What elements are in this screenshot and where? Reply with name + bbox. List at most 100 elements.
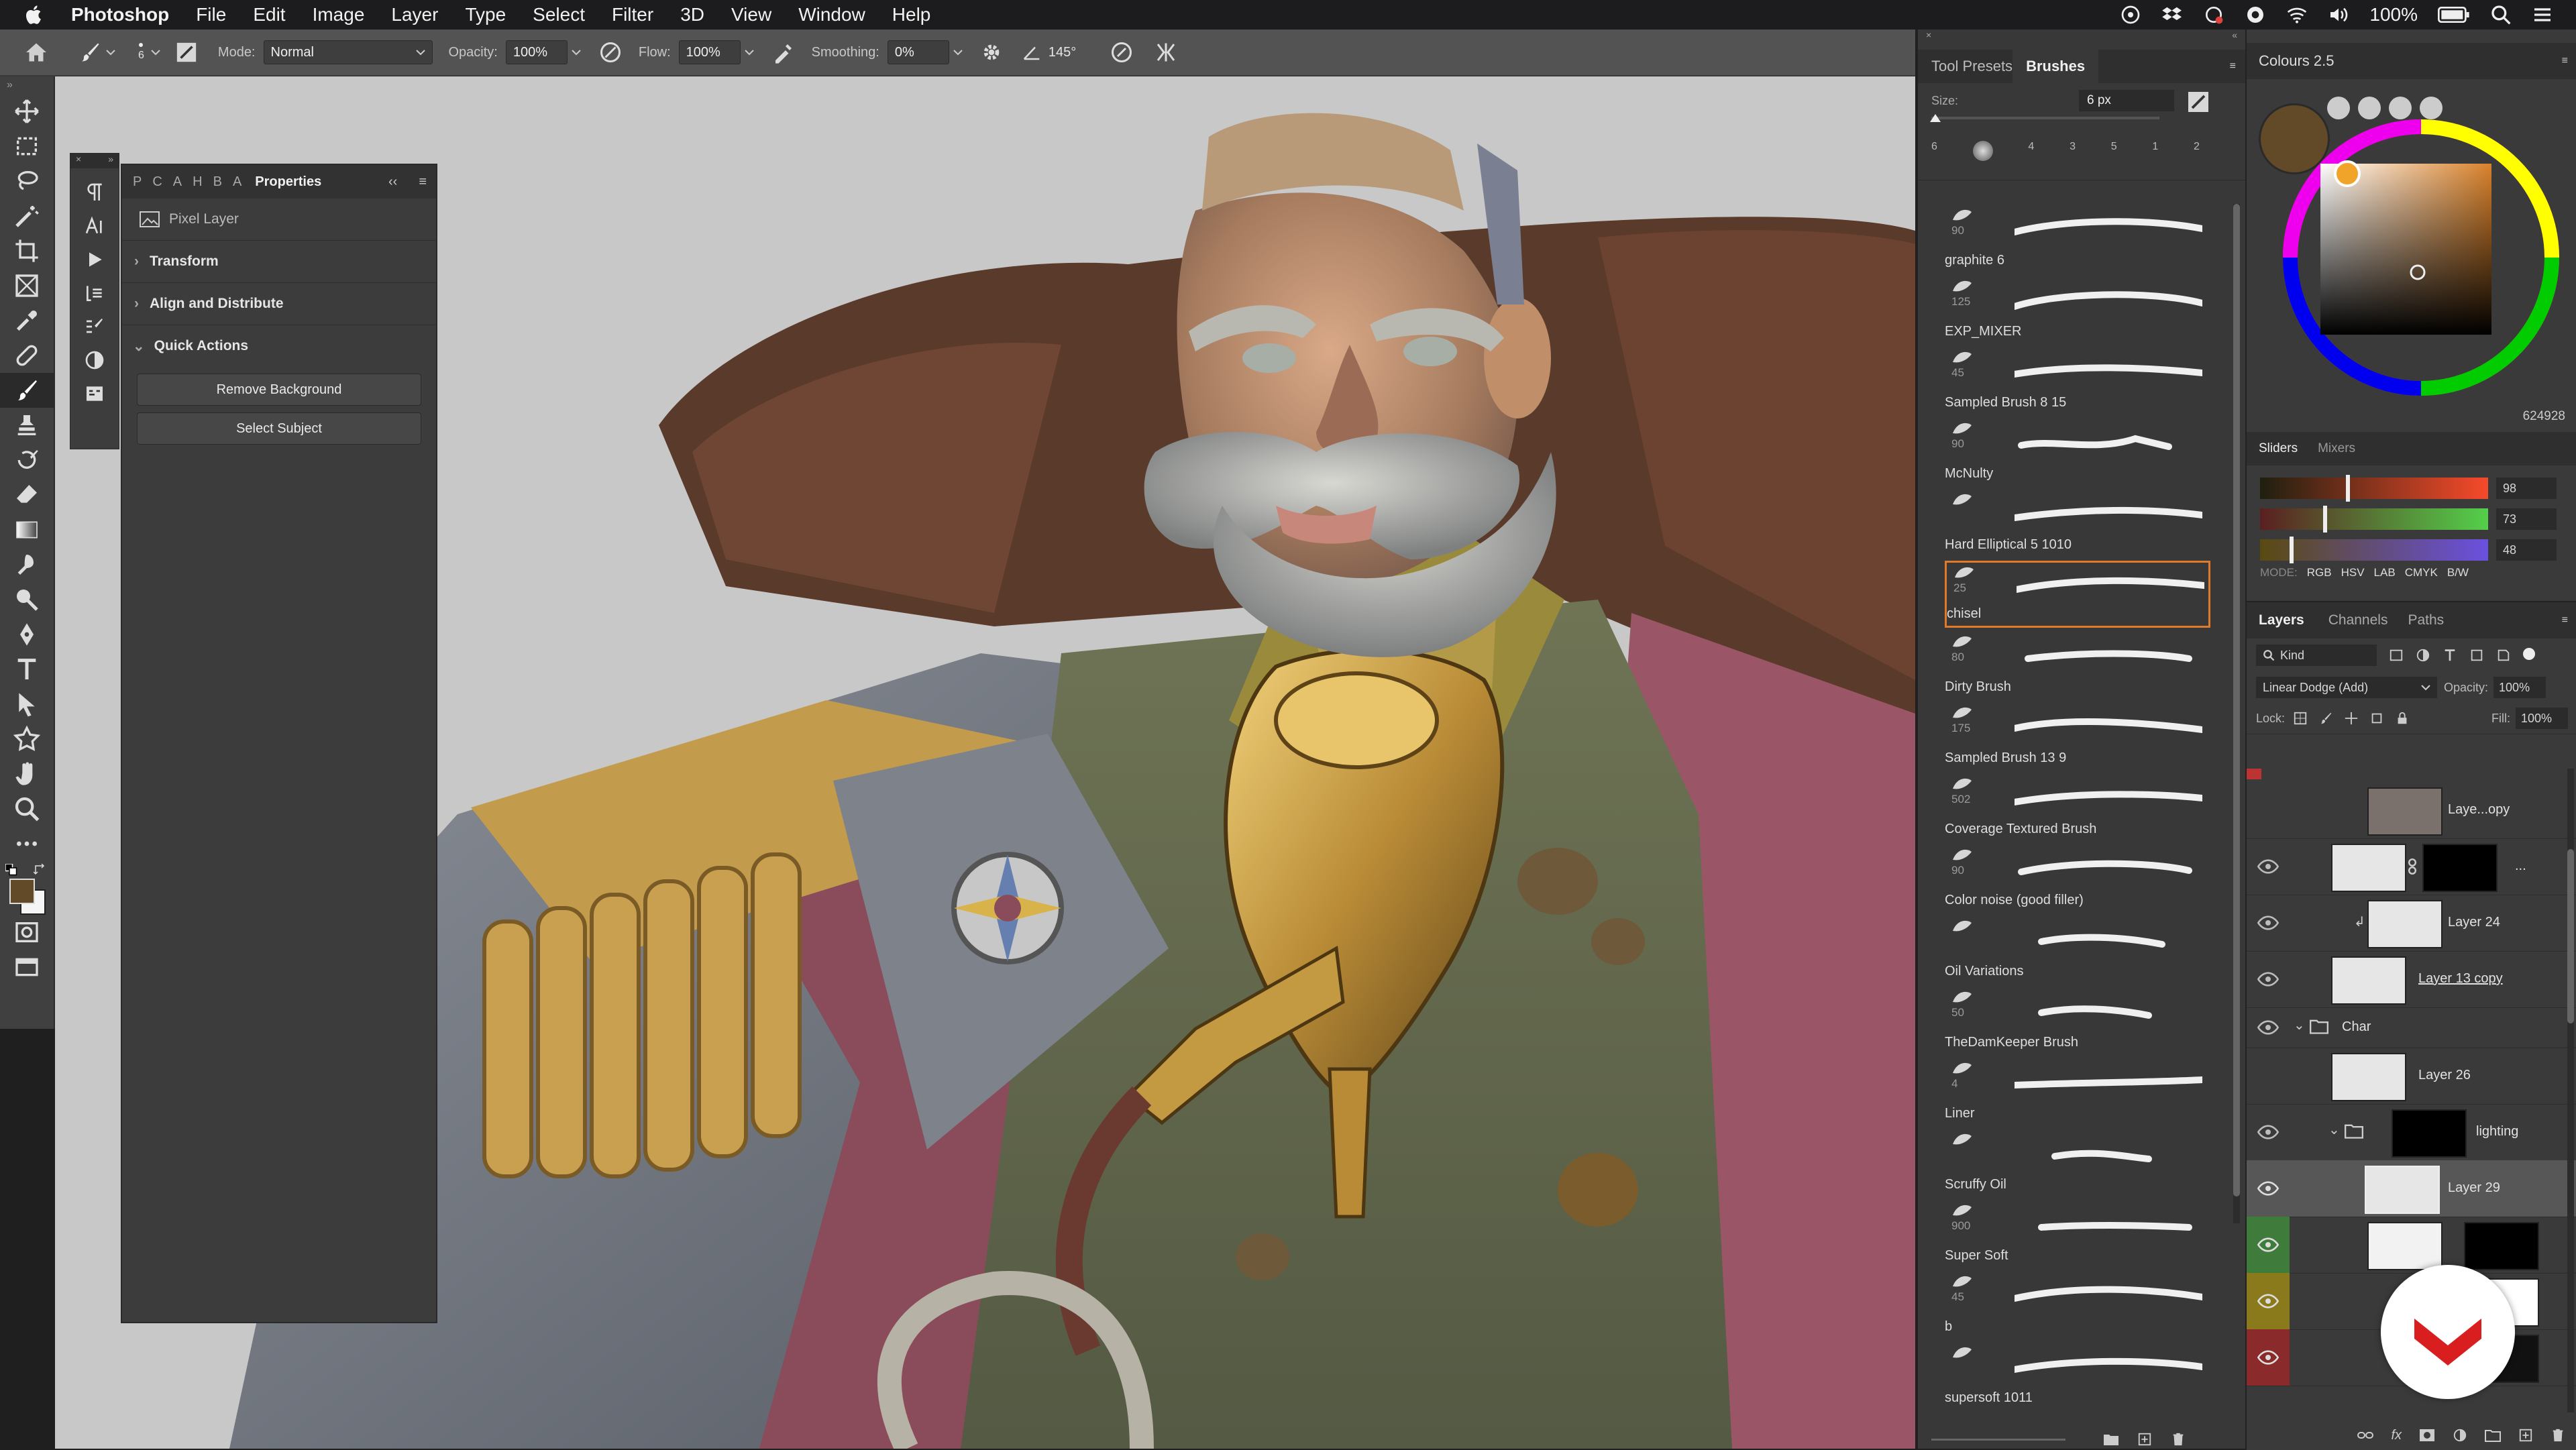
record-icon[interactable]	[2245, 4, 2266, 25]
trash-icon[interactable]	[2170, 1432, 2186, 1447]
section-quick-actions[interactable]: ⌄ Quick Actions	[122, 325, 436, 367]
lock-pixels-icon[interactable]	[2318, 711, 2333, 726]
layer-name[interactable]: Layer 29	[2448, 1180, 2500, 1196]
menu-select[interactable]: Select	[533, 4, 585, 25]
sync-icon[interactable]	[2203, 4, 2224, 25]
mode-cmyk[interactable]: CMYK	[2405, 566, 2438, 579]
filter-toggle[interactable]	[2523, 648, 2535, 660]
menu-filter[interactable]: Filter	[612, 4, 653, 25]
tool-screen-mode[interactable]	[0, 950, 54, 985]
tool-hand[interactable]	[0, 757, 54, 791]
panel-menu-icon[interactable]: ≡	[419, 174, 427, 190]
panel-menu-icon[interactable]: ≡	[2562, 614, 2568, 626]
visibility-eye-icon[interactable]	[2257, 856, 2279, 877]
brush-settings-panel-icon[interactable]	[2186, 90, 2210, 114]
smart-object-filter-icon[interactable]	[2496, 648, 2511, 663]
character-icon[interactable]	[84, 215, 105, 237]
tool-dodge[interactable]	[0, 582, 54, 617]
red-slider[interactable]	[2260, 478, 2488, 499]
preset-dot[interactable]	[2420, 97, 2443, 119]
menu-edit[interactable]: Edit	[253, 4, 285, 25]
brush-preset-item[interactable]: 125 EXP_MIXER	[1945, 276, 2210, 343]
tab-channels[interactable]: Channels	[2328, 612, 2388, 628]
preset-dot[interactable]	[2389, 97, 2412, 119]
tab-properties[interactable]: Properties	[255, 174, 321, 190]
hex-value[interactable]: 624928	[2523, 409, 2565, 424]
tool-more[interactable]	[0, 826, 54, 861]
brush-preset-item[interactable]: 900 Super Soft	[1945, 1201, 2210, 1268]
size-slider-thumb[interactable]	[1930, 114, 1941, 122]
dropbox-icon[interactable]	[2161, 4, 2183, 25]
tool-zoom[interactable]	[0, 791, 54, 826]
remove-background-button[interactable]: Remove Background	[137, 374, 421, 406]
panel-menu-icon[interactable]: ≡	[2562, 55, 2568, 67]
chevron-down-icon[interactable]: ⌄	[2294, 1017, 2305, 1034]
menu-window[interactable]: Window	[798, 4, 865, 25]
swap-colors-icon[interactable]	[34, 864, 46, 876]
tool-quick-mask[interactable]	[0, 915, 54, 950]
symmetry-icon[interactable]	[1154, 40, 1178, 64]
angle-value[interactable]: 145°	[1049, 45, 1076, 60]
preview-size-slider[interactable]	[1931, 1438, 2065, 1441]
tool-pen[interactable]	[0, 617, 54, 652]
green-value[interactable]: 73	[2496, 508, 2557, 530]
add-mask-icon[interactable]	[2419, 1429, 2435, 1442]
layer-mask-thumbnail[interactable]	[2392, 1109, 2467, 1158]
lock-artboard-icon[interactable]	[2369, 711, 2384, 726]
new-group-icon[interactable]	[2485, 1429, 2501, 1442]
apple-logo-icon[interactable]	[23, 3, 46, 26]
visibility-eye-icon[interactable]	[2257, 968, 2279, 990]
recent-brush[interactable]: 2	[2194, 141, 2200, 161]
recent-brush[interactable]: 1	[2152, 141, 2158, 161]
visibility-eye-icon[interactable]	[2257, 1290, 2279, 1312]
wifi-icon[interactable]	[2286, 4, 2308, 25]
preset-dot[interactable]	[2327, 97, 2350, 119]
chevron-down-icon[interactable]	[572, 49, 581, 56]
layer-name[interactable]: lighting	[2476, 1124, 2518, 1139]
visibility-eye-icon[interactable]	[2257, 1234, 2279, 1256]
brush-preset-item[interactable]: 45 Sampled Brush 8 15	[1945, 347, 2210, 414]
recent-brush[interactable]: 3	[2070, 141, 2076, 161]
brush-list-scrollbar[interactable]	[2233, 204, 2240, 1223]
tool-smudge[interactable]	[0, 547, 54, 582]
layer-group-row[interactable]: ⌄ lighting	[2247, 1104, 2576, 1161]
close-icon[interactable]: ×	[1926, 30, 1931, 40]
layer-name[interactable]: Layer 26	[2418, 1068, 2471, 1083]
collapse-icon[interactable]: «	[2232, 30, 2237, 40]
brush-size-preview[interactable]: 6	[138, 43, 144, 62]
green-slider[interactable]	[2260, 508, 2488, 530]
new-layer-icon[interactable]	[2518, 1428, 2533, 1443]
tool-history-brush[interactable]	[0, 443, 54, 478]
green-slider-thumb[interactable]	[2323, 506, 2327, 533]
tool-gradient[interactable]	[0, 512, 54, 547]
mode-lab[interactable]: LAB	[2374, 566, 2396, 579]
tool-frame[interactable]	[0, 268, 54, 303]
layer-mask-thumbnail[interactable]	[2464, 1222, 2539, 1270]
tab-brushes[interactable]: Brushes	[2012, 50, 2099, 83]
layer-opacity-field[interactable]: 100%	[2493, 677, 2546, 698]
creative-cloud-icon[interactable]	[2120, 4, 2141, 25]
visibility-eye-icon[interactable]	[2257, 1178, 2279, 1199]
tool-lasso[interactable]	[0, 164, 54, 199]
search-icon[interactable]	[2490, 4, 2512, 25]
adjustment-layer-icon[interactable]	[2453, 1428, 2467, 1443]
tab-brush-settings[interactable]: B	[213, 174, 222, 190]
brush-settings-panel-icon[interactable]	[175, 41, 198, 64]
lock-transparent-icon[interactable]	[2293, 711, 2308, 726]
red-slider-thumb[interactable]	[2346, 475, 2350, 502]
layer-row[interactable]: ↲ Layer 24	[2247, 895, 2576, 952]
control-center-icon[interactable]	[2532, 4, 2553, 25]
toolbar-collapse[interactable]: »	[0, 76, 54, 94]
adjustment-filter-icon[interactable]	[2416, 648, 2430, 663]
layer-name[interactable]: Layer 24	[2448, 915, 2500, 930]
current-colour-swatch[interactable]	[2259, 103, 2330, 174]
recent-brush[interactable]: 4	[2028, 141, 2034, 161]
brush-preset-item-selected[interactable]: 25 chisel	[1945, 561, 2210, 628]
brush-tool-icon[interactable]	[78, 40, 102, 64]
recent-brush-soft[interactable]	[1972, 141, 1993, 161]
layer-name[interactable]: Layer 13 copy	[2418, 971, 2503, 987]
tool-stamp[interactable]	[0, 408, 54, 443]
blend-mode-dropdown[interactable]: Linear Dodge (Add)	[2256, 677, 2437, 698]
red-value[interactable]: 98	[2496, 478, 2557, 499]
layer-row[interactable]: Layer 26	[2247, 1048, 2576, 1105]
